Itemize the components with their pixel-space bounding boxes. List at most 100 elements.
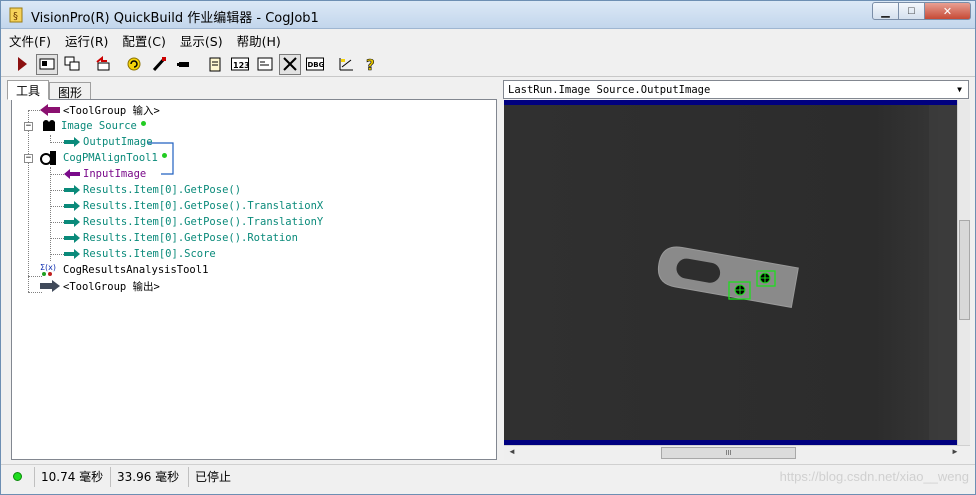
camera-image[interactable] [504, 105, 967, 440]
tools-button[interactable] [279, 53, 301, 75]
close-button[interactable]: ✕ [925, 2, 971, 20]
menu-help[interactable]: 帮助(H) [237, 31, 281, 50]
tree-input-image[interactable]: InputImage [64, 166, 146, 182]
record-icon [177, 62, 189, 67]
tree-label: Results.Item[0].Score [83, 248, 216, 260]
tree-result-rotation[interactable]: Results.Item[0].GetPose().Rotation [64, 230, 298, 246]
notepad-icon [209, 57, 221, 72]
scroll-left-icon[interactable]: ◄ [508, 447, 516, 456]
title-bar: § VisionPro(R) QuickBuild 作业编辑器 - CogJob… [1, 1, 975, 29]
tree-pmalign-tool[interactable]: CogPMAlignTool1 [40, 150, 167, 166]
tree-result-pose[interactable]: Results.Item[0].GetPose() [64, 182, 241, 198]
refresh-icon [127, 57, 141, 71]
output-arrow-icon [64, 185, 80, 195]
numeric-button[interactable]: 123 [229, 54, 251, 75]
menu-bar: 文件(F) 运行(R) 配置(C) 显示(S) 帮助(H) [1, 30, 975, 51]
terminal-button[interactable] [254, 54, 276, 75]
expand-image-source[interactable]: − [24, 122, 33, 131]
image-source-value: LastRun.Image Source.OutputImage [508, 83, 711, 96]
menu-run[interactable]: 运行(R) [65, 31, 108, 50]
svg-text:DBG: DBG [308, 61, 325, 69]
floating-windows-button[interactable] [61, 54, 83, 75]
menu-config[interactable]: 配置(C) [122, 31, 165, 50]
input-arrow-icon [64, 169, 80, 179]
svg-text:§: § [13, 11, 18, 22]
maximize-button[interactable]: □ [899, 2, 925, 20]
run-button[interactable] [11, 54, 33, 75]
tree-results-analysis-tool[interactable]: Σ(x) CogResultsAnalysisTool1 [40, 262, 208, 278]
tree-label: CogPMAlignTool1 [63, 152, 158, 164]
run-icon [18, 57, 27, 71]
display-mode-button[interactable] [36, 53, 58, 75]
display-mode-icon [39, 58, 55, 70]
tools-icon [283, 57, 297, 71]
status-time-1: 10.74 毫秒 [35, 466, 111, 487]
help-button[interactable]: ? [360, 54, 382, 75]
tree-label: InputImage [83, 168, 147, 180]
horizontal-scroll-thumb[interactable]: III [661, 447, 796, 459]
horizontal-scrollbar[interactable]: ◄ III ► [504, 445, 970, 460]
image-display-panel: LastRun.Image Source.OutputImage ▼ ◄ III… [503, 80, 971, 461]
chevron-down-icon[interactable]: ▼ [952, 82, 967, 97]
tree-label: Results.Item[0].GetPose().Rotation [83, 232, 298, 244]
tree-result-translation-x[interactable]: Results.Item[0].GetPose().TranslationX [64, 198, 323, 214]
menu-view[interactable]: 显示(S) [180, 31, 223, 50]
minimize-button[interactable]: ▁ [872, 2, 899, 20]
tab-graphics[interactable]: 图形 [49, 82, 92, 100]
tool-panel: 工具 图形 − − <ToolGroup 输入> Image Source Ou… [7, 80, 497, 461]
svg-text:?: ? [366, 56, 375, 72]
tree-result-translation-y[interactable]: Results.Item[0].GetPose().TranslationY [64, 214, 323, 230]
tree-toolgroup-input[interactable]: <ToolGroup 输入> [40, 102, 160, 118]
tree-result-score[interactable]: Results.Item[0].Score [64, 246, 216, 262]
pmalign-icon [40, 151, 56, 165]
output-arrow-icon [64, 201, 80, 211]
part-image [504, 105, 967, 440]
output-arrow-icon [64, 217, 80, 227]
record-button[interactable] [173, 54, 195, 75]
app-icon: § [9, 7, 23, 23]
reset-icon [96, 56, 110, 71]
debug-icon: DBG [306, 57, 324, 71]
window-title: VisionPro(R) QuickBuild 作业编辑器 - CogJob1 [31, 11, 319, 26]
watermark: https://blog.csdn.net/xiao__weng [779, 469, 969, 484]
terminal-icon [257, 57, 273, 71]
image-source-select[interactable]: LastRun.Image Source.OutputImage ▼ [503, 80, 969, 99]
tab-tools[interactable]: 工具 [7, 80, 50, 100]
tree-output-image[interactable]: OutputImage [64, 134, 153, 150]
status-dot [140, 120, 146, 126]
notepad-button[interactable] [204, 54, 226, 75]
output-arrow-icon [40, 280, 60, 292]
floating-windows-icon [64, 56, 80, 71]
vertical-scrollbar[interactable] [957, 100, 970, 445]
output-arrow-icon [64, 137, 80, 147]
minimize-icon: ▁ [881, 5, 890, 18]
input-arrow-icon [40, 104, 60, 116]
status-state: 已停止 [195, 470, 232, 484]
scroll-right-icon[interactable]: ► [951, 447, 959, 456]
tree-label: Image Source [61, 120, 137, 132]
expand-pmalign[interactable]: − [24, 154, 33, 163]
svg-text:Σ(x): Σ(x) [40, 263, 56, 272]
debug-button[interactable]: DBG [304, 54, 326, 75]
results-button[interactable] [335, 54, 357, 75]
app-window: § VisionPro(R) QuickBuild 作业编辑器 - CogJob… [0, 0, 976, 495]
svg-text:123: 123 [233, 61, 249, 70]
toolbar: 123 DBG ? [1, 52, 975, 77]
status-led-icon [13, 472, 22, 481]
tree-toolgroup-output[interactable]: <ToolGroup 输出> [40, 278, 160, 294]
reset-button[interactable] [92, 54, 114, 75]
vertical-scroll-thumb[interactable] [959, 220, 970, 320]
tree-label: Results.Item[0].GetPose() [83, 184, 242, 196]
tree-image-source[interactable]: Image Source [40, 118, 146, 134]
status-time-2: 33.96 毫秒 [111, 466, 189, 487]
image-display[interactable] [504, 100, 970, 445]
status-dot [161, 152, 167, 158]
menu-file[interactable]: 文件(F) [9, 31, 51, 50]
tree-label: Results.Item[0].GetPose().TranslationY [83, 216, 324, 228]
results-analysis-icon: Σ(x) [40, 263, 56, 276]
tree-label: <ToolGroup 输出> [63, 280, 160, 293]
refresh-button[interactable] [123, 54, 145, 75]
edit-button[interactable] [148, 54, 170, 75]
output-arrow-icon [64, 233, 80, 243]
status-indicator [1, 466, 35, 487]
